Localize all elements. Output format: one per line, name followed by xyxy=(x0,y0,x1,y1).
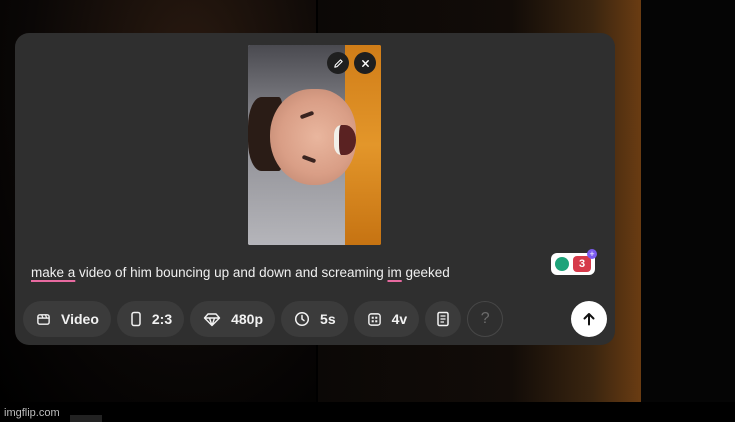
background-dark-area xyxy=(641,0,735,402)
clapperboard-icon xyxy=(37,313,50,325)
prompt-text-flagged: make a xyxy=(31,265,76,280)
edit-image-button[interactable] xyxy=(327,52,349,74)
prompt-text: video of him bouncing up and down and sc… xyxy=(75,265,388,280)
type-label: Video xyxy=(61,311,99,327)
type-selector-button[interactable]: Video xyxy=(23,301,111,337)
close-icon xyxy=(361,59,369,67)
duration-label: 5s xyxy=(320,311,336,327)
reference-image-mouth xyxy=(334,125,356,155)
variations-button[interactable]: 4v xyxy=(353,301,420,337)
resolution-label: 480p xyxy=(231,311,264,327)
grammar-checker-widget[interactable]: 3 + xyxy=(551,249,597,275)
remove-image-button[interactable] xyxy=(354,52,376,74)
help-button[interactable]: ? xyxy=(467,301,504,337)
prompt-text: geeked xyxy=(401,265,450,280)
aspect-ratio-button[interactable]: 2:3 xyxy=(116,301,185,337)
submit-button[interactable] xyxy=(571,301,607,337)
prompt-text-flagged: im xyxy=(387,265,402,280)
watermark: imgflip.com xyxy=(4,407,60,419)
duration-button[interactable]: 5s xyxy=(281,301,348,337)
portrait-frame-icon xyxy=(131,311,141,327)
grammar-logo-icon xyxy=(555,257,569,271)
prompt-composer: make a video of him bouncing up and down… xyxy=(15,33,615,345)
variations-label: 4v xyxy=(391,311,408,327)
grammar-plus-badge: + xyxy=(587,249,597,259)
resolution-button[interactable]: 480p xyxy=(190,301,276,337)
presets-button[interactable] xyxy=(425,301,462,337)
pencil-icon xyxy=(333,58,343,68)
aspect-ratio-label: 2:3 xyxy=(151,311,173,327)
prompt-input[interactable]: make a video of him bouncing up and down… xyxy=(31,265,450,280)
arrow-up-icon xyxy=(583,313,595,326)
background-bottom-strip xyxy=(0,402,735,422)
grid-icon xyxy=(367,312,381,326)
generation-options-toolbar: Video 2:3 480p 5s 4v ? xyxy=(23,301,504,337)
reference-image[interactable] xyxy=(248,45,381,245)
background-small-thumbnail xyxy=(70,415,102,422)
notebook-icon xyxy=(437,311,449,327)
clock-icon xyxy=(294,311,310,327)
diamond-icon xyxy=(203,312,221,326)
grammar-issue-count: 3 xyxy=(573,256,591,272)
